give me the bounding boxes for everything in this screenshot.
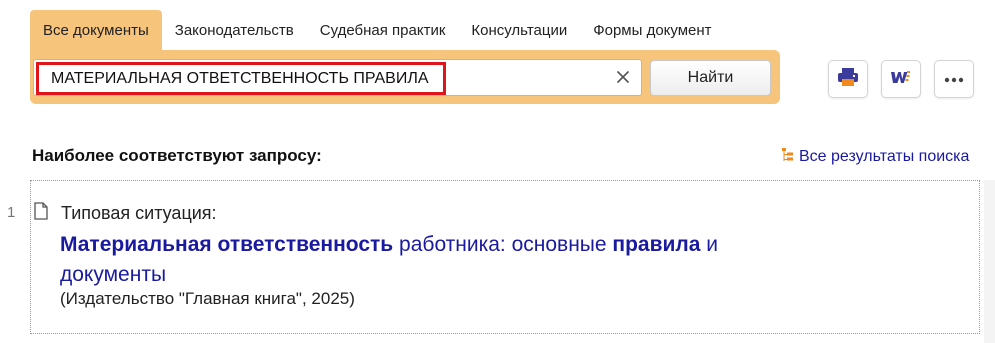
printer-icon [837, 67, 859, 92]
more-button[interactable] [934, 60, 974, 98]
result-type: Типовая ситуация: [61, 203, 217, 223]
export-word-button[interactable] [881, 60, 921, 98]
result-title-part[interactable]: работника: основные [393, 233, 612, 256]
result-source: (Издательство "Главная книга", 2025) [60, 289, 355, 308]
result-number: 1 [7, 204, 16, 221]
search-page: Все документы Законодательств Судебная п… [0, 0, 995, 343]
word-export-icon [890, 67, 912, 92]
search-query-text[interactable]: МАТЕРИАЛЬНАЯ ОТВЕТСТВЕННОСТЬ ПРАВИЛА [36, 62, 446, 95]
close-icon[interactable] [612, 66, 634, 88]
result-title-part[interactable]: правила [612, 233, 700, 256]
tab-document-forms[interactable]: Формы документ [580, 10, 724, 50]
search-tabs: Все документы Законодательств Судебная п… [30, 10, 725, 50]
tab-legislation[interactable]: Законодательств [162, 10, 307, 50]
result-title-part[interactable]: Материальная ответственность [60, 233, 393, 256]
tab-court-practice[interactable]: Судебная практик [307, 10, 459, 50]
find-button[interactable]: Найти [650, 60, 771, 96]
tab-all-documents[interactable]: Все документы [30, 10, 162, 50]
result-title-link[interactable]: Материальная ответственность работника: … [60, 230, 820, 290]
print-button[interactable] [828, 60, 868, 98]
results-heading: Наиболее соответствуют запросу: [32, 146, 322, 165]
tab-consultations[interactable]: Консультации [458, 10, 580, 50]
document-icon [34, 202, 48, 225]
more-icon [944, 70, 964, 88]
all-results-link[interactable]: Все результаты поиска [781, 146, 969, 168]
tree-list-icon [781, 147, 795, 168]
scrollbar[interactable] [984, 180, 995, 343]
all-results-label[interactable]: Все результаты поиска [799, 148, 969, 166]
